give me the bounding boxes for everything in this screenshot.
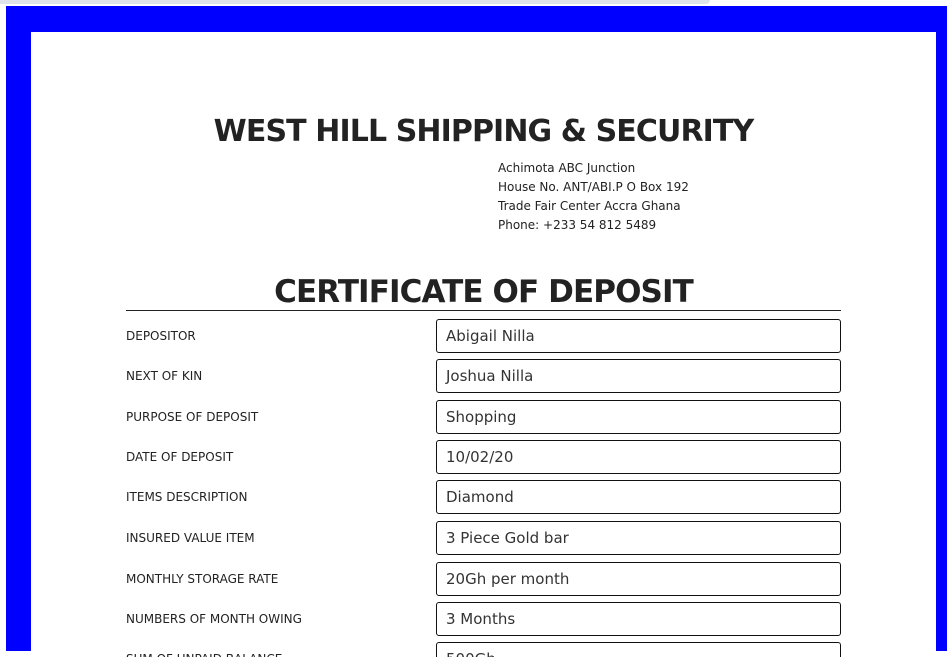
company-name: WEST HILL SHIPPING & SECURITY <box>213 114 755 149</box>
address-line: House No. ANT/ABI.P O Box 192 <box>498 180 689 194</box>
address-line: Achimota ABC Junction <box>498 161 636 175</box>
date-row: DATE OF DEPOSIT 10/02/20 <box>126 440 841 474</box>
months-owing-value: 3 Months <box>446 610 516 628</box>
months-owing-row: NUMBERS OF MONTH OWING 3 Months <box>126 602 841 636</box>
scroll-shadow <box>0 0 710 4</box>
company-address: Achimota ABC Junction House No. ANT/ABI.… <box>498 159 689 235</box>
date-value: 10/02/20 <box>446 448 514 466</box>
months-owing-field[interactable]: 3 Months <box>436 602 841 636</box>
blue-frame: WEST HILL SHIPPING & SECURITY Achimota A… <box>6 6 947 657</box>
unpaid-balance-label: SUM OF UNPAID BALANCE <box>126 642 282 657</box>
insured-value-label: INSURED VALUE ITEM <box>126 531 255 545</box>
unpaid-balance-row: SUM OF UNPAID BALANCE 500Gh <box>126 642 841 657</box>
next-of-kin-value: Joshua Nilla <box>446 367 534 385</box>
next-of-kin-label: NEXT OF KIN <box>126 369 203 383</box>
phone-line: Phone: +233 54 812 5489 <box>498 218 657 232</box>
depositor-field[interactable]: Abigail Nilla <box>436 319 841 353</box>
purpose-field[interactable]: Shopping <box>436 400 841 434</box>
certificate-sheet: WEST HILL SHIPPING & SECURITY Achimota A… <box>31 32 936 657</box>
items-description-field[interactable]: Diamond <box>436 480 841 514</box>
insured-value-field[interactable]: 3 Piece Gold bar <box>436 521 841 555</box>
title-divider <box>126 310 841 311</box>
purpose-value: Shopping <box>446 408 517 426</box>
date-label: DATE OF DEPOSIT <box>126 450 234 464</box>
insured-value-row: INSURED VALUE ITEM 3 Piece Gold bar <box>126 521 841 555</box>
next-of-kin-row: NEXT OF KIN Joshua Nilla <box>126 359 841 393</box>
storage-rate-row: MONTHLY STORAGE RATE 20Gh per month <box>126 562 841 596</box>
storage-rate-field[interactable]: 20Gh per month <box>436 562 841 596</box>
purpose-label: PURPOSE OF DEPOSIT <box>126 410 259 424</box>
next-of-kin-field[interactable]: Joshua Nilla <box>436 359 841 393</box>
items-description-row: ITEMS DESCRIPTION Diamond <box>126 480 841 514</box>
insured-value-value: 3 Piece Gold bar <box>446 529 569 547</box>
date-field[interactable]: 10/02/20 <box>436 440 841 474</box>
months-owing-label: NUMBERS OF MONTH OWING <box>126 612 302 626</box>
storage-rate-label: MONTHLY STORAGE RATE <box>126 572 279 586</box>
purpose-row: PURPOSE OF DEPOSIT Shopping <box>126 400 841 434</box>
depositor-row: DEPOSITOR Abigail Nilla <box>126 319 841 353</box>
unpaid-balance-value: 500Gh <box>446 643 496 657</box>
depositor-label: DEPOSITOR <box>126 329 196 343</box>
storage-rate-value: 20Gh per month <box>446 570 570 588</box>
depositor-value: Abigail Nilla <box>446 327 535 345</box>
unpaid-balance-field[interactable]: 500Gh <box>436 642 841 657</box>
items-description-label: ITEMS DESCRIPTION <box>126 490 248 504</box>
items-description-value: Diamond <box>446 488 514 506</box>
certificate-title: CERTIFICATE OF DEPOSIT <box>274 274 694 310</box>
address-line: Trade Fair Center Accra Ghana <box>498 199 681 213</box>
